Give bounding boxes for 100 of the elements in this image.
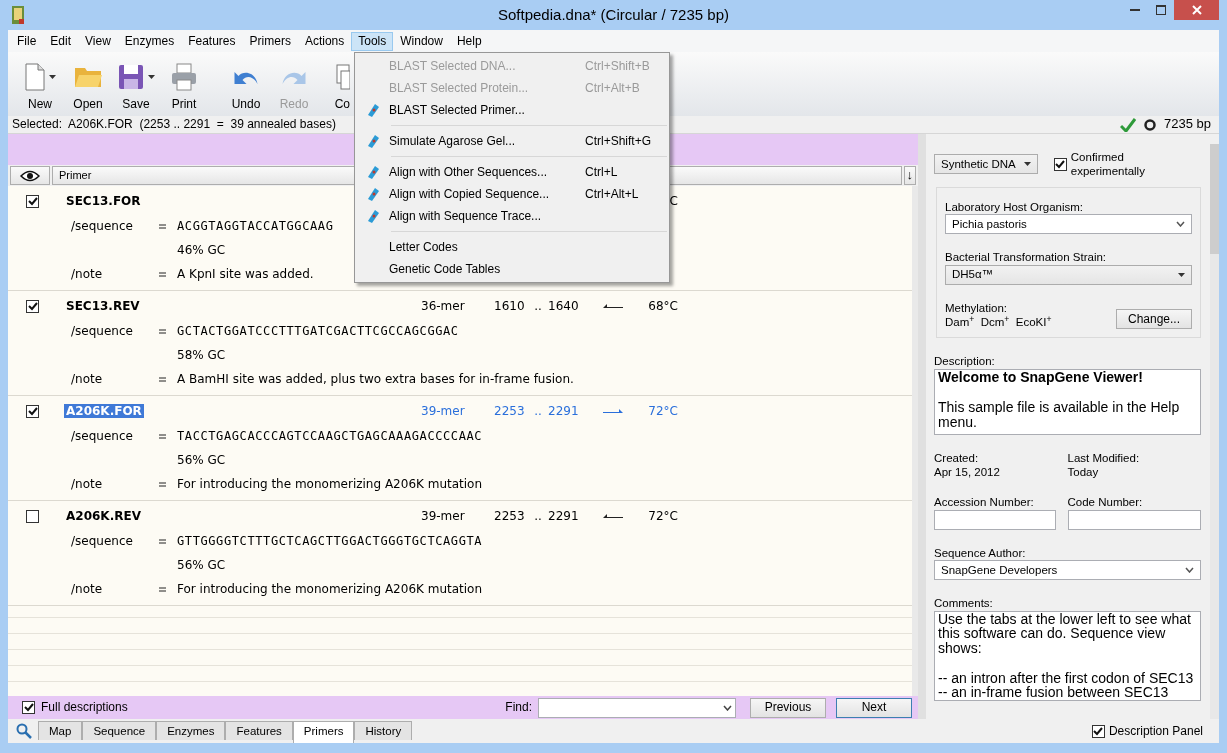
description-box[interactable]: Welcome to SnapGene Viewer! This sample file is available in the Help menu.: [934, 368, 1201, 435]
next-button[interactable]: Next: [836, 697, 912, 718]
field-label: Created:: [934, 450, 980, 465]
field-label: Bacterial Transformation Strain:: [945, 250, 1108, 265]
host-organism-dropdown[interactable]: Pichia pastoris: [945, 214, 1192, 235]
primer-start: 2253: [494, 403, 526, 419]
toolbar-button[interactable]: Co: [322, 61, 350, 112]
selection-status: Selected: A206K.FOR (2253 .. 2291 = 39 annealed bases): [12, 117, 336, 132]
comment-text: Use the tabs at the lower left to see what this software can do. Sequence view shows:: [938, 611, 1192, 656]
circular-icon: [1144, 118, 1156, 131]
primer-note: For introducing the monomerizing A206K mutation: [177, 581, 483, 597]
view-tab[interactable]: Map: [38, 721, 83, 740]
caret-icon[interactable]: [48, 75, 56, 79]
field-label: Methylation:: [945, 300, 1008, 315]
view-tab[interactable]: Features: [225, 721, 293, 740]
menu-item[interactable]: Actions: [297, 31, 352, 51]
primer-end: 2291: [548, 508, 580, 524]
menu-item[interactable]: View: [78, 31, 118, 51]
text-field[interactable]: [934, 509, 1056, 530]
caret-icon[interactable]: [147, 75, 155, 79]
menu-item[interactable]: Enzymes: [117, 31, 182, 51]
documents-icon: [336, 64, 350, 90]
menu-item[interactable]: File: [10, 31, 44, 51]
menu-item[interactable]: Edit: [43, 31, 79, 51]
primer-name[interactable]: A206K.REV: [66, 508, 141, 523]
search-icon[interactable]: [16, 723, 32, 739]
minimize-icon: [1130, 9, 1140, 11]
chevron-down-icon: [723, 704, 732, 711]
primer-name[interactable]: SEC13.FOR: [66, 193, 141, 208]
primer-checkbox[interactable]: [26, 404, 39, 418]
menu-item[interactable]: Features: [181, 31, 243, 51]
menu-item[interactable]: Align with Other Sequences... Ctrl+L: [357, 161, 667, 183]
menu-item[interactable]: Tools: [351, 31, 394, 51]
change-button[interactable]: Change...: [1116, 309, 1192, 330]
author-dropdown[interactable]: SnapGene Developers: [934, 560, 1201, 581]
range-separator: ..: [533, 508, 543, 524]
check-icon: [27, 301, 38, 311]
sort-button[interactable]: ↓: [903, 166, 916, 185]
comments-box[interactable]: Use the tabs at the lower left to see what this software can do. Sequence view shows: -- an intron after the first codon of SEC13 -- an in-frame fusion between SEC13: [934, 610, 1201, 701]
text-field[interactable]: [1067, 509, 1201, 530]
primer-end: 1640: [548, 298, 580, 314]
toolbar-button[interactable]: Open: [64, 61, 112, 112]
toolbar-button[interactable]: New: [16, 61, 64, 112]
toolbar-button[interactable]: Undo: [222, 61, 270, 112]
equals-icon: [159, 223, 166, 229]
primer-sequence: GCTACTGGATCCCTTTGATCGACTTCGCCAGCGGAC: [177, 323, 459, 339]
description-panel-checkbox[interactable]: [1091, 724, 1105, 738]
menu-item[interactable]: Letter Codes: [357, 236, 667, 258]
maximize-icon: [1156, 5, 1166, 15]
primer-note: A BamHI site was added, plus two extra bases for in-frame fusion.: [177, 371, 574, 387]
equals-icon: [159, 538, 166, 544]
primer-checkbox[interactable]: [26, 299, 39, 313]
primer-name[interactable]: SEC13.REV: [66, 298, 140, 313]
equals-icon: [159, 586, 166, 592]
chevron-down-icon: [1185, 567, 1194, 574]
comment-text: -- an in-frame fusion between SEC13: [938, 685, 1170, 700]
caret-icon: [1023, 162, 1031, 167]
folder-icon: [74, 66, 102, 88]
menu-item[interactable]: BLAST Selected Primer...: [357, 99, 667, 121]
menu-item[interactable]: Help: [449, 31, 489, 51]
primer-checkbox[interactable]: [26, 194, 39, 208]
attribute-label: /sequence: [71, 323, 134, 339]
field-value: Apr 15, 2012: [934, 465, 1001, 480]
strain-dropdown[interactable]: DH5α™: [945, 264, 1192, 285]
equals-icon: [159, 376, 166, 382]
menu-item[interactable]: Align with Copied Sequence... Ctrl+Alt+L: [357, 183, 667, 205]
menu-item[interactable]: Window: [393, 31, 450, 51]
primer-length: 39-mer: [421, 508, 466, 524]
scrollbar[interactable]: [1210, 144, 1219, 719]
menu-item[interactable]: Genetic Code Tables: [357, 258, 667, 280]
field-label: Sequence Author:: [934, 545, 1027, 561]
close-button[interactable]: [1174, 0, 1219, 20]
column-visibility-button[interactable]: [10, 166, 50, 185]
find-field[interactable]: [538, 697, 736, 718]
primer-name[interactable]: A206K.FOR: [64, 403, 144, 418]
toolbar-button[interactable]: Print: [160, 61, 208, 112]
primer-start: 2253: [494, 508, 526, 524]
previous-button[interactable]: Previous: [750, 697, 826, 718]
methylation-value: Dam$^{+}$ Dcm$^{+}$ EcoKI$^{+}$: [945, 314, 1052, 330]
new-document-icon: [24, 63, 45, 91]
view-tab[interactable]: Primers: [292, 721, 355, 743]
view-tab[interactable]: Enzymes: [156, 721, 226, 740]
chevron-down-icon: [1176, 221, 1185, 228]
description-title: Welcome to SnapGene Viewer!: [938, 369, 1144, 385]
primer-note: For introducing the monomerizing A206K mutation: [177, 476, 483, 492]
molecule-type-dropdown[interactable]: Synthetic DNA: [934, 154, 1038, 175]
equals-icon: [159, 481, 166, 487]
view-tab[interactable]: History: [354, 721, 413, 740]
field-label: Description:: [934, 354, 996, 369]
primer-sequence: GTTGGGGTCTTTGCTCAGCTTGGACTGGGTGCTCAGGTA: [177, 533, 483, 549]
full-descriptions-checkbox[interactable]: [22, 701, 35, 714]
caret-icon: [1178, 272, 1185, 277]
menu-item[interactable]: Primers: [242, 31, 298, 51]
attribute-label: /note: [71, 371, 104, 387]
menu-item[interactable]: Align with Sequence Trace...: [357, 205, 667, 227]
primer-checkbox[interactable]: [26, 509, 39, 523]
menu-item[interactable]: Simulate Agarose Gel... Ctrl+Shift+G: [357, 130, 667, 152]
view-tab[interactable]: Sequence: [82, 721, 157, 740]
confirmed-checkbox[interactable]: [1053, 157, 1067, 171]
toolbar-button[interactable]: Save: [112, 61, 160, 112]
